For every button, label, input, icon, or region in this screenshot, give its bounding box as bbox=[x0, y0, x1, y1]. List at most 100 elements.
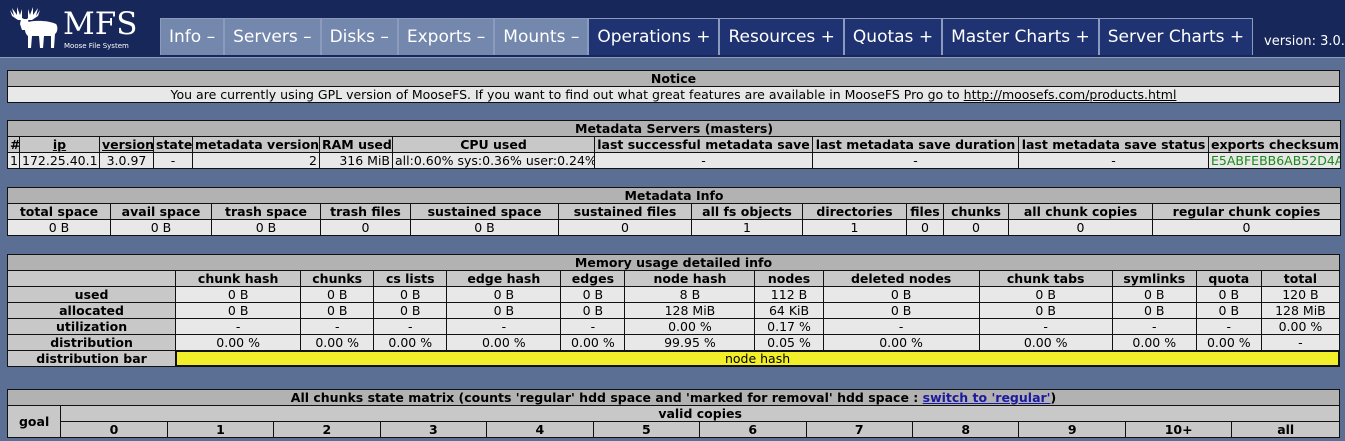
cell-value: 0.00 % bbox=[822, 334, 980, 351]
tab-info[interactable]: Info – bbox=[160, 18, 225, 55]
memory-row-allocated: allocated 0 B 0 B 0 B 0 B 0 B 128 MiB 64… bbox=[6, 302, 1341, 319]
cell-files: 0 bbox=[906, 219, 944, 236]
tab-exports[interactable]: Exports – bbox=[397, 18, 495, 55]
tab-master-charts[interactable]: Master Charts + bbox=[942, 18, 1099, 55]
col-symlinks: symlinks bbox=[1111, 270, 1197, 287]
col-ip[interactable]: ip bbox=[19, 136, 100, 153]
col-trash-files: trash files bbox=[320, 203, 411, 220]
moosefs-logo[interactable]: MFS Moose File System bbox=[8, 4, 158, 52]
cell-value: 0 B bbox=[1195, 286, 1262, 303]
col-quota: quota bbox=[1195, 270, 1262, 287]
distribution-bar-node-hash: node hash bbox=[176, 351, 1339, 366]
col-copies-2: 2 bbox=[273, 421, 381, 438]
chunks-matrix-title-suffix: ) bbox=[1050, 390, 1057, 405]
cell-value: 0 B bbox=[373, 286, 448, 303]
cell-version: 3.0.97 bbox=[99, 152, 154, 169]
col-copies-9: 9 bbox=[1018, 421, 1126, 438]
cell-trash-space: 0 B bbox=[211, 219, 321, 236]
valid-copies-header: valid copies bbox=[60, 405, 1340, 422]
col-save-duration: last metadata save duration bbox=[812, 136, 1019, 153]
col-index: # bbox=[7, 136, 20, 153]
col-chunk-hash: chunk hash bbox=[175, 270, 302, 287]
masters-title: Metadata Servers (masters) bbox=[6, 120, 1342, 137]
col-ram-used: RAM used bbox=[319, 136, 393, 153]
cell-value: 0 B bbox=[446, 302, 562, 319]
row-label-allocated: allocated bbox=[6, 302, 177, 319]
col-trash-space: trash space bbox=[211, 203, 321, 220]
col-all-chunk-copies: all chunk copies bbox=[1008, 203, 1153, 220]
tab-mounts[interactable]: Mounts – bbox=[494, 18, 589, 55]
col-regular-chunk-copies: regular chunk copies bbox=[1152, 203, 1341, 220]
cell-value: 0.00 % bbox=[373, 334, 448, 351]
goal-header: goal bbox=[6, 405, 62, 438]
col-node-hash: node hash bbox=[624, 270, 756, 287]
notice-message: You are currently using GPL version of M… bbox=[170, 87, 964, 102]
cell-value: 0 B bbox=[1111, 302, 1197, 319]
cell-sustained-files: 0 bbox=[558, 219, 692, 236]
col-copies-0: 0 bbox=[60, 421, 168, 438]
tab-quotas[interactable]: Quotas + bbox=[843, 18, 943, 55]
cell-value: 0 B bbox=[300, 286, 375, 303]
cell-value: 0 B bbox=[175, 286, 302, 303]
cell-value: - bbox=[560, 318, 626, 335]
cell-total-space: 0 B bbox=[7, 219, 111, 236]
col-save-status: last metadata save status bbox=[1018, 136, 1209, 153]
logo-title: MFS bbox=[63, 6, 138, 42]
tab-servers[interactable]: Servers – bbox=[224, 18, 321, 55]
cell-all-fs-objects: 1 bbox=[691, 219, 803, 236]
col-metadata-version: metadata version bbox=[192, 136, 320, 153]
tab-resources[interactable]: Resources + bbox=[719, 18, 844, 55]
col-directories: directories bbox=[802, 203, 907, 220]
cell-value: 0.00 % bbox=[624, 318, 756, 335]
col-last-save: last successful metadata save bbox=[594, 136, 813, 153]
cell-value: 0 B bbox=[822, 286, 980, 303]
tab-operations[interactable]: Operations + bbox=[588, 18, 720, 55]
cell-value: 0 B bbox=[978, 302, 1113, 319]
cell-value: 8 B bbox=[624, 286, 756, 303]
row-label-utilization: utilization bbox=[6, 318, 177, 335]
col-copies-4: 4 bbox=[486, 421, 594, 438]
cell-value: 0.00 % bbox=[978, 334, 1113, 351]
cell-value: 0 B bbox=[822, 302, 980, 319]
col-deleted-nodes: deleted nodes bbox=[822, 270, 980, 287]
col-all-fs-objects: all fs objects bbox=[691, 203, 803, 220]
products-link[interactable]: http://moosefs.com/products.html bbox=[964, 88, 1177, 102]
col-edge-hash: edge hash bbox=[446, 270, 562, 287]
memory-row-distribution-bar: distribution bar node hash bbox=[6, 350, 1340, 367]
cell-value: 0 B bbox=[1111, 286, 1197, 303]
col-version[interactable]: version bbox=[99, 136, 154, 153]
metadata-info-title: Metadata Info bbox=[7, 187, 1341, 204]
col-chunks: chunks bbox=[300, 270, 375, 287]
col-copies-7: 7 bbox=[805, 421, 913, 438]
memory-row-distribution: distribution 0.00 % 0.00 % 0.00 % 0.00 %… bbox=[6, 334, 1341, 351]
tab-disks[interactable]: Disks – bbox=[320, 18, 398, 55]
cell-value: - bbox=[822, 318, 980, 335]
cell-avail-space: 0 B bbox=[110, 219, 212, 236]
switch-to-regular-link[interactable]: switch to 'regular' bbox=[923, 391, 1051, 405]
table-row: 1 172.25.40.1 3.0.97 - 2 316 MiB all:0.6… bbox=[7, 152, 1342, 169]
cell-value: 120 B bbox=[1260, 286, 1341, 303]
row-label-distribution-bar: distribution bar bbox=[6, 350, 177, 367]
col-copies-3: 3 bbox=[379, 421, 488, 438]
row-label-distribution: distribution bbox=[6, 334, 177, 351]
cell-value: 0.00 % bbox=[175, 334, 302, 351]
metadata-servers-table: Metadata Servers (masters) # ip version … bbox=[6, 120, 1342, 169]
chunks-matrix-title-prefix: All chunks state matrix (counts 'regular… bbox=[290, 390, 923, 405]
cell-value: - bbox=[1260, 334, 1341, 351]
cell-save-status: - bbox=[1018, 152, 1209, 169]
cell-value: 112 B bbox=[754, 286, 824, 303]
cell-value: 0 B bbox=[446, 286, 562, 303]
col-edges: edges bbox=[560, 270, 626, 287]
cell-value: - bbox=[1195, 318, 1262, 335]
col-cpu-used: CPU used bbox=[392, 136, 595, 153]
col-exports-checksum: exports checksum bbox=[1207, 136, 1342, 153]
cell-value: 0 B bbox=[560, 286, 626, 303]
cell-value: - bbox=[175, 318, 302, 335]
cell-value: 0.00 % bbox=[300, 334, 375, 351]
col-copies-1: 1 bbox=[166, 421, 275, 438]
notice-text: You are currently using GPL version of M… bbox=[7, 86, 1340, 103]
notice-table: Notice You are currently using GPL versi… bbox=[7, 70, 1340, 103]
tab-server-charts[interactable]: Server Charts + bbox=[1098, 18, 1254, 55]
cell-value: 0 B bbox=[175, 302, 302, 319]
cell-ip: 172.25.40.1 bbox=[19, 152, 100, 169]
